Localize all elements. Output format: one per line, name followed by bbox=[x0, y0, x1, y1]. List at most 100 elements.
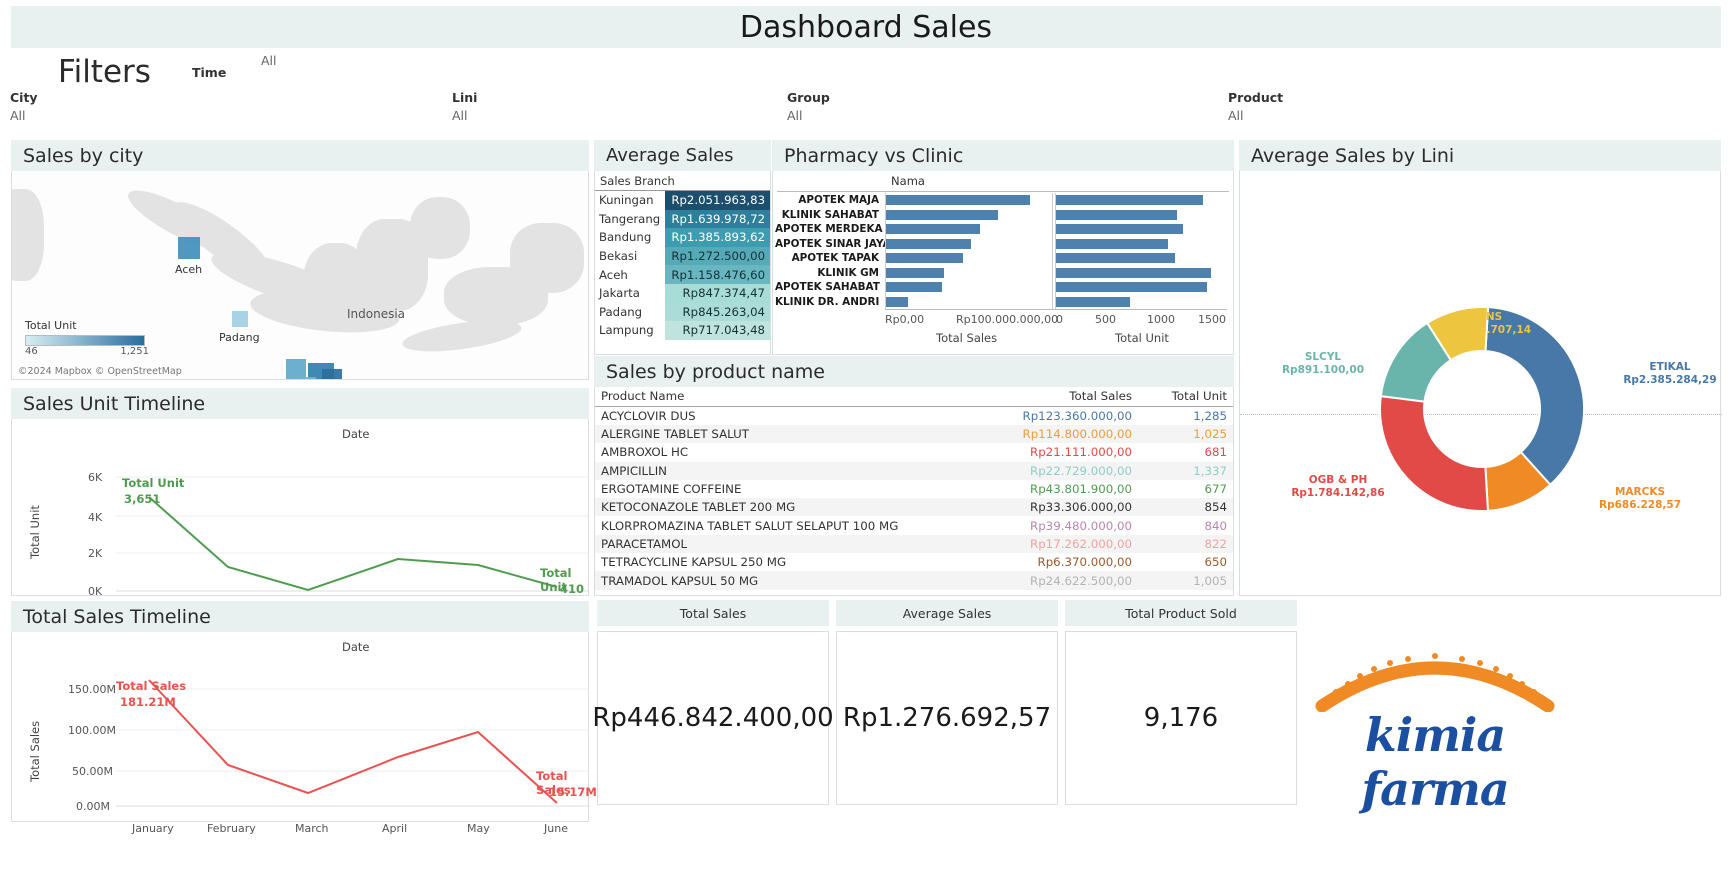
kpi-total-product-sold-value: 9,176 bbox=[1065, 631, 1297, 805]
product-total-unit-cell: 650 bbox=[1204, 555, 1227, 570]
donut-label-value: Rp686.228,57 bbox=[1598, 499, 1682, 512]
map-canvas[interactable]: Aceh Padang Indonesia Total Unit 46 1,25… bbox=[11, 171, 589, 380]
sales-unit-timeline-chart[interactable]: Date Total Unit 6K 4K 2K 0K Total Unit 3… bbox=[11, 419, 590, 618]
pharmacy-name: KLINIK SAHABAT bbox=[781, 208, 879, 221]
total-sales-bar[interactable] bbox=[886, 282, 942, 293]
filter-time-label: Time bbox=[192, 65, 227, 80]
donut-label-value: Rp2.385.284,29 bbox=[1623, 374, 1717, 387]
average-sales-row[interactable]: Padang Rp845.263,04 bbox=[595, 302, 770, 322]
average-sales-branch: Kuningan bbox=[599, 193, 654, 208]
filter-time-value[interactable]: All bbox=[261, 53, 277, 68]
table-row[interactable]: ERGOTAMINE COFFEINE Rp43.801.900,00 677 bbox=[595, 480, 1233, 498]
kpi-average-sales-caption: Average Sales bbox=[836, 600, 1058, 626]
average-sales-row[interactable]: Tangerang Rp1.639.978,72 bbox=[595, 209, 770, 229]
map-legend-title: Total Unit bbox=[25, 319, 77, 332]
map-label-padang: Padang bbox=[219, 331, 260, 344]
table-row[interactable]: PARACETAMOL Rp17.262.000,00 822 bbox=[595, 534, 1233, 554]
average-sales-value: Rp717.043,48 bbox=[665, 321, 770, 340]
logo-arc-icon bbox=[1315, 653, 1555, 712]
table-row[interactable]: ACYCLOVIR DUS Rp123.360.000,00 1,285 bbox=[595, 407, 1233, 426]
total-sales-bar[interactable] bbox=[886, 195, 1030, 206]
average-sales-row[interactable]: Aceh Rp1.158.476,60 bbox=[595, 265, 770, 284]
average-sales-row[interactable]: Bandung Rp1.385.893,62 bbox=[595, 228, 770, 247]
table-row[interactable]: AMPICILLIN Rp22.729.000,00 1,337 bbox=[595, 461, 1233, 480]
total-sales-bar[interactable] bbox=[886, 209, 998, 220]
average-sales-row[interactable]: Bekasi Rp1.272.500,00 bbox=[595, 246, 770, 266]
map-attribution: ©2024 Mapbox © OpenStreetMap bbox=[18, 366, 182, 377]
sales-by-city-panel: Sales by city Aceh Padang Indonesia Tota… bbox=[11, 140, 589, 380]
donut-label-value: Rp1.784.142,86 bbox=[1291, 487, 1385, 500]
product-name-cell: ACYCLOVIR DUS bbox=[601, 409, 696, 423]
product-name-cell: TRAMADOL KAPSUL 50 MG bbox=[601, 573, 759, 588]
total-unit-bar[interactable] bbox=[1056, 238, 1169, 249]
total-sales-bar[interactable] bbox=[886, 224, 981, 235]
donut-label-etikal: ETIKAL Rp2.385.284,29 bbox=[1615, 361, 1725, 387]
sales-unit-timeline-panel: Sales Unit Timeline Date Total Unit 6K 4… bbox=[11, 388, 590, 618]
product-total-unit-cell: 677 bbox=[1204, 482, 1227, 497]
kpi-total-sales-caption: Total Sales bbox=[597, 600, 829, 626]
sales-xtick-june: June bbox=[544, 822, 568, 835]
product-total-unit-cell: 822 bbox=[1204, 536, 1227, 551]
sales-xtick-january: January bbox=[132, 822, 174, 835]
pharmacy-name: APOTEK SINAR JAYA bbox=[775, 237, 891, 250]
logo-text: kimia farma bbox=[1361, 708, 1509, 816]
pharmacy-name: APOTEK TAPAK bbox=[791, 252, 879, 264]
table-row[interactable]: KETOCONAZOLE TABLET 200 MG Rp33.306.000,0… bbox=[595, 498, 1233, 517]
total-sales-bar[interactable] bbox=[886, 253, 963, 264]
filter-lini-value[interactable]: All bbox=[452, 108, 468, 123]
table-row[interactable]: TETRACYCLINE KAPSUL 250 MG Rp6.370.000,00… bbox=[595, 553, 1233, 571]
pvc-right-tick-1000: 1000 bbox=[1147, 313, 1175, 326]
filter-group-value[interactable]: All bbox=[787, 108, 803, 123]
total-sales-timeline-chart[interactable]: Date Total Sales 150.00M 100.00M 50.00M … bbox=[11, 632, 597, 835]
total-sales-bar[interactable] bbox=[886, 238, 971, 249]
total-unit-bar[interactable] bbox=[1056, 267, 1211, 278]
pvc-right-tick-1500: 1500 bbox=[1198, 313, 1226, 326]
map-label-aceh: Aceh bbox=[175, 263, 203, 276]
sales-start-value: 181.21M bbox=[120, 695, 176, 709]
filter-city-value[interactable]: All bbox=[10, 108, 26, 123]
total-unit-bar[interactable] bbox=[1056, 253, 1175, 264]
filter-product-value[interactable]: All bbox=[1228, 108, 1244, 123]
pvc-right-tick-0: 0 bbox=[1056, 313, 1063, 326]
map-legend-max: 1,251 bbox=[120, 346, 149, 357]
donut-label-marcks: MARCKS Rp686.228,57 bbox=[1585, 486, 1695, 512]
product-total-unit-cell: 1,337 bbox=[1193, 463, 1227, 478]
total-unit-bar[interactable] bbox=[1056, 209, 1177, 220]
total-sales-bar[interactable] bbox=[886, 267, 944, 278]
average-sales-value: Rp1.158.476,60 bbox=[665, 265, 770, 284]
kpi-total-sales-value: Rp446.842.400,00 bbox=[592, 631, 834, 805]
pharmacy-name-header: Nama bbox=[891, 174, 925, 188]
total-sales-bars[interactable] bbox=[885, 193, 1053, 309]
unit-start-series-label: Total Unit bbox=[122, 476, 185, 490]
map-legend-gradient bbox=[25, 335, 145, 346]
product-total-sales-cell: Rp43.801.900,00 bbox=[1030, 482, 1132, 497]
average-sales-branch: Jakarta bbox=[599, 286, 640, 301]
table-row[interactable]: TRAMADOL KAPSUL 50 MG Rp24.622.500,00 1,00… bbox=[595, 571, 1233, 590]
total-unit-bar[interactable] bbox=[1056, 195, 1204, 206]
average-sales-row[interactable]: Kuningan Rp2.051.963,83 bbox=[595, 191, 770, 210]
total-sales-bar[interactable] bbox=[886, 296, 909, 307]
table-row[interactable]: ALERGINE TABLET SALUT Rp114.800.000,00 1,0… bbox=[595, 425, 1233, 444]
total-unit-bar[interactable] bbox=[1056, 282, 1207, 293]
unit-start-value: 3,651 bbox=[124, 492, 161, 506]
table-row[interactable]: AMBROXOL HC Rp21.111.000,00 681 bbox=[595, 443, 1233, 461]
sales-xtick-february: February bbox=[207, 822, 256, 835]
product-total-unit-cell: 681 bbox=[1204, 445, 1227, 460]
filters-section: Filters Time All City All Lini All Group… bbox=[0, 50, 1732, 130]
donut-label-name: VNS bbox=[1477, 311, 1503, 323]
average-sales-row[interactable]: Jakarta Rp847.374,47 bbox=[595, 283, 770, 303]
donut-label-value: Rp636.707,14 bbox=[1448, 324, 1532, 337]
sales-xtick-april: April bbox=[382, 822, 408, 835]
total-unit-bar[interactable] bbox=[1056, 224, 1184, 235]
product-total-sales-cell: Rp24.622.500,00 bbox=[1030, 573, 1132, 588]
average-sales-row[interactable]: Lampung Rp717.043,48 bbox=[595, 321, 770, 340]
total-unit-bar[interactable] bbox=[1056, 296, 1131, 307]
pvc-left-axis-title: Total Sales bbox=[936, 331, 998, 345]
unit-line-svg bbox=[116, 476, 590, 592]
pharmacy-name-list: APOTEK MAJA KLINIK SAHABAT APOTEK MERDEKA A… bbox=[775, 193, 891, 309]
total-unit-bars[interactable] bbox=[1055, 193, 1227, 309]
map-legend-min: 46 bbox=[25, 346, 38, 357]
table-row[interactable]: KLORPROMAZINA TABLET SALUT SELAPUT 100 M… bbox=[595, 516, 1233, 534]
product-name-cell: PARACETAMOL bbox=[601, 536, 688, 551]
average-sales-value: Rp845.263,04 bbox=[665, 302, 770, 322]
